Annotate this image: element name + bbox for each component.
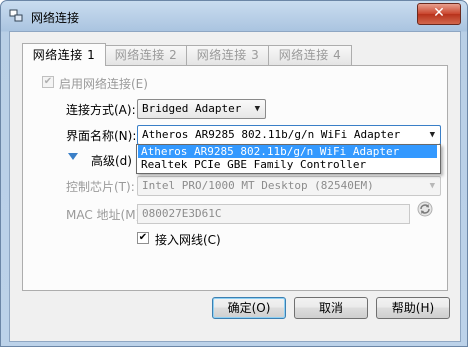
adapter-name-select[interactable]: Atheros AR9285 802.11b/g/n WiFi Adapter … [137,125,441,145]
dropdown-option[interactable]: Realtek PCIe GBE Family Controller [138,158,437,171]
tab-network-2[interactable]: 网络连接 2 [104,45,188,65]
tab-network-1[interactable]: 网络连接 1 [22,43,106,66]
ok-button[interactable]: 确定(O) [212,297,286,319]
window-title: 网络连接 [31,11,80,25]
help-button[interactable]: 帮助(H) [376,297,450,319]
close-button[interactable]: ✕ [417,3,461,25]
cable-connected-checkbox[interactable]: ✔ [137,232,149,244]
dialog-window: 网络连接 ✕ 网络连接 1 网络连接 2 网络连接 3 网络连接 4 ✔ 启用网… [0,0,468,347]
chevron-down-icon: ▼ [254,104,260,114]
mac-address-field[interactable]: 080027E3D61C [137,204,410,224]
cancel-button[interactable]: 取消 [294,297,368,319]
adapter-name-label: 界面名称(N): [66,129,137,143]
adapter-name-dropdown-list: Atheros AR9285 802.11b/g/n WiFi Adapter … [136,144,441,174]
tab-network-3[interactable]: 网络连接 3 [186,45,270,65]
cable-connected-label: 接入网线(C) [155,233,221,247]
tab-panel: ✔ 启用网络连接(E) 连接方式(A): Bridged Adapter ▼ 界… [22,65,448,291]
enable-adapter-checkbox[interactable]: ✔ [42,76,54,88]
refresh-icon[interactable] [417,201,433,217]
chevron-down-icon: ▼ [429,130,435,140]
title-bar[interactable]: 网络连接 ✕ [1,1,467,31]
adapter-type-value: Intel PRO/1000 MT Desktop (82540EM) [142,179,374,192]
expand-triangle-icon[interactable] [68,153,78,161]
adapter-type-label: 控制芯片(T): [66,180,135,194]
attached-to-label: 连接方式(A): [66,103,136,117]
advanced-label[interactable]: 高级(d) [91,152,132,169]
attached-to-select[interactable]: Bridged Adapter ▼ [137,99,266,119]
network-icon [9,9,23,22]
adapter-type-select[interactable]: Intel PRO/1000 MT Desktop (82540EM) ▼ [137,176,441,196]
chevron-down-icon: ▼ [429,181,435,191]
tab-network-4[interactable]: 网络连接 4 [268,45,352,65]
dropdown-option[interactable]: Atheros AR9285 802.11b/g/n WiFi Adapter [138,145,437,158]
mac-label: MAC 地址(M): [66,208,145,222]
adapter-name-value: Atheros AR9285 802.11b/g/n WiFi Adapter [142,128,401,141]
dialog-content: 网络连接 1 网络连接 2 网络连接 3 网络连接 4 ✔ 启用网络连接(E) … [9,31,461,342]
enable-adapter-label: 启用网络连接(E) [59,77,148,91]
attached-to-value: Bridged Adapter [142,102,242,115]
